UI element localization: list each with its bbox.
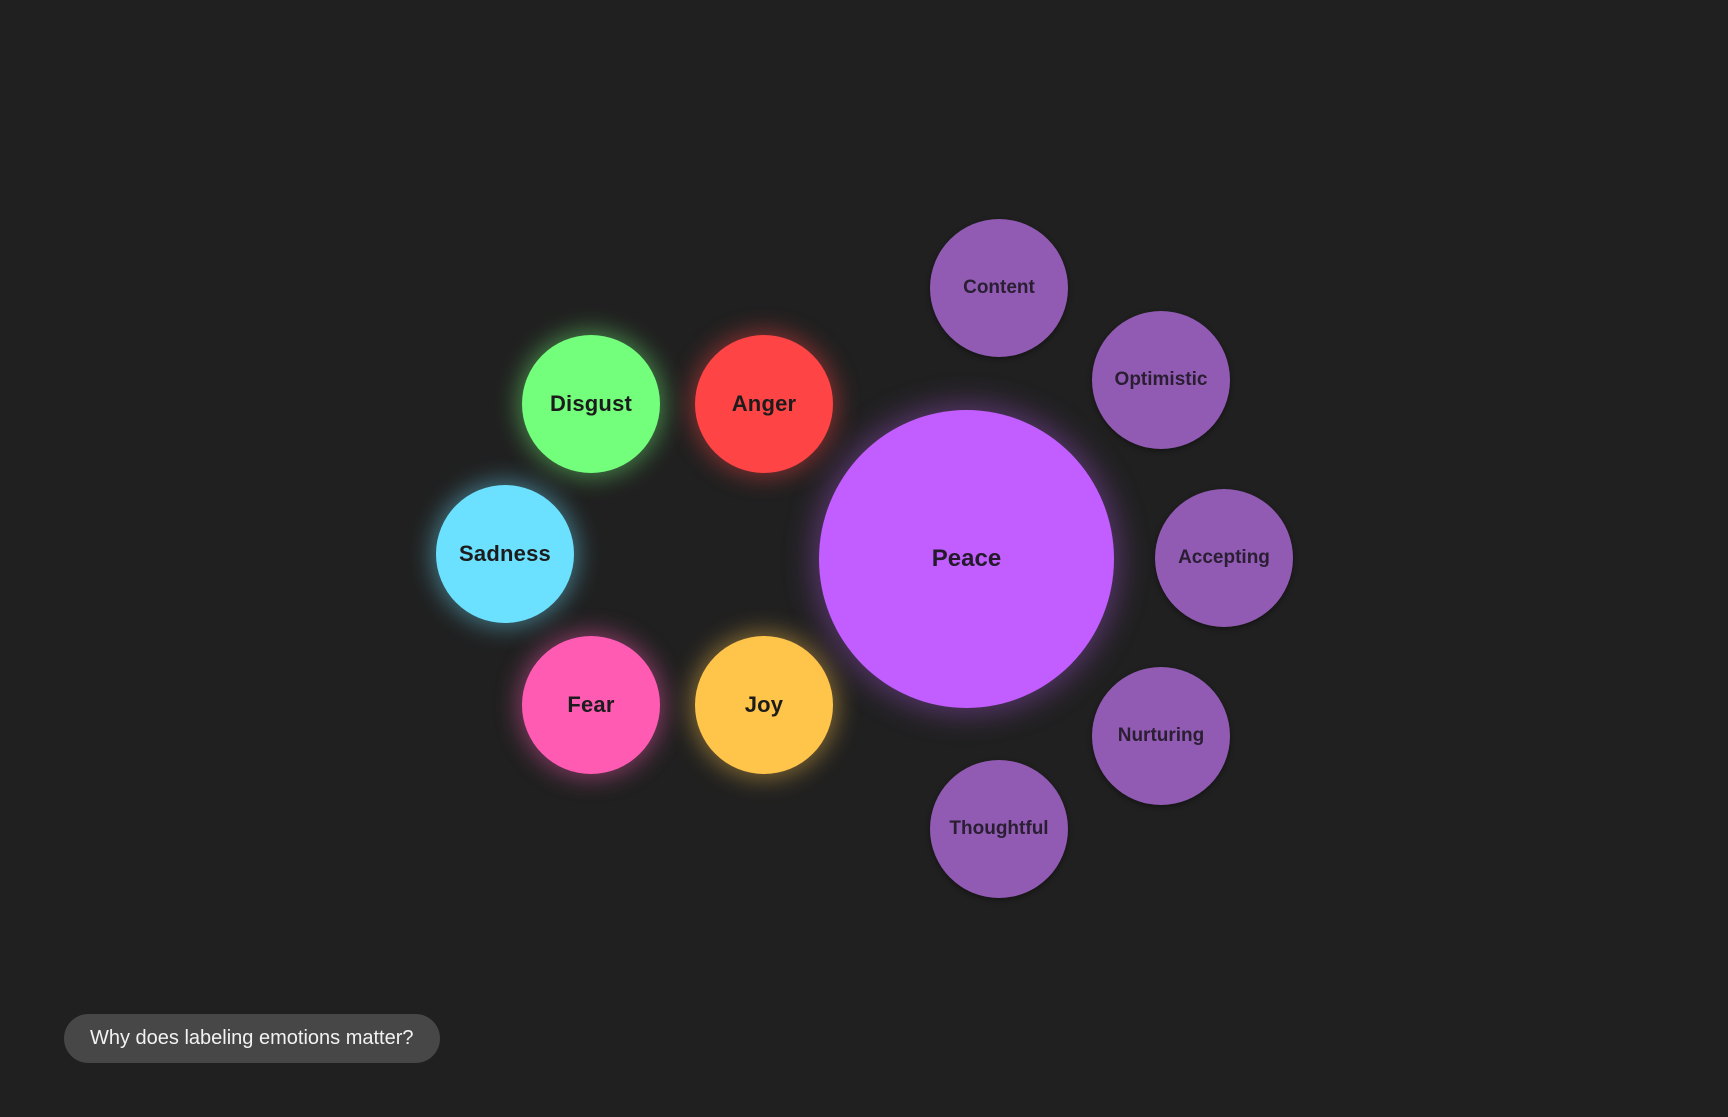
question-chip[interactable]: Why does labeling emotions matter? [64, 1014, 440, 1063]
selected-emotion-label: Peace [931, 545, 1002, 572]
emotion-bubble-joy[interactable]: Joy [695, 636, 833, 774]
emotion-bubble-fear[interactable]: Fear [522, 636, 660, 774]
sub-emotion-bubble-optimistic[interactable]: Optimistic [1092, 311, 1230, 449]
emotion-wheel-canvas: Disgust Anger Sadness Fear Joy Peace Con… [0, 0, 1728, 1117]
sub-emotion-bubble-content[interactable]: Content [930, 219, 1068, 357]
emotion-label-anger: Anger [731, 391, 797, 416]
sub-emotion-bubble-thoughtful[interactable]: Thoughtful [930, 760, 1068, 898]
emotion-label-joy: Joy [744, 692, 784, 717]
emotion-bubble-sadness[interactable]: Sadness [436, 485, 574, 623]
emotion-bubble-disgust[interactable]: Disgust [522, 335, 660, 473]
sub-emotion-label-thoughtful: Thoughtful [949, 818, 1049, 839]
sub-emotion-bubble-nurturing[interactable]: Nurturing [1092, 667, 1230, 805]
emotion-label-disgust: Disgust [549, 391, 633, 416]
emotion-bubble-anger[interactable]: Anger [695, 335, 833, 473]
sub-emotion-label-content: Content [963, 277, 1035, 298]
sub-emotion-label-accepting: Accepting [1178, 547, 1270, 568]
sub-emotion-label-nurturing: Nurturing [1117, 725, 1205, 746]
emotion-label-sadness: Sadness [459, 541, 551, 566]
emotion-label-fear: Fear [567, 692, 615, 717]
sub-emotion-bubble-accepting[interactable]: Accepting [1155, 489, 1293, 627]
question-chip-label: Why does labeling emotions matter? [90, 1027, 414, 1049]
sub-emotion-label-optimistic: Optimistic [1114, 369, 1208, 390]
selected-emotion-bubble-peace[interactable]: Peace [819, 410, 1114, 708]
